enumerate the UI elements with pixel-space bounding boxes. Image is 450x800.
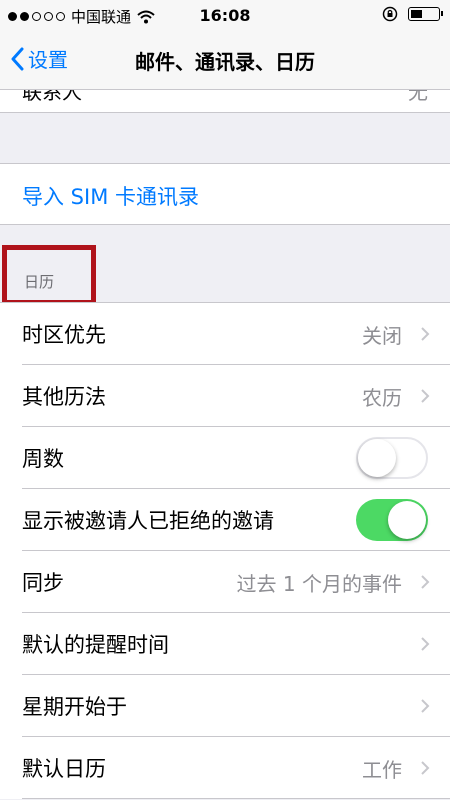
import-sim-label: 导入 SIM 卡通讯录 bbox=[22, 185, 199, 209]
partially-hidden-row[interactable]: 联系人 无 bbox=[0, 90, 450, 113]
toggle-knob bbox=[388, 501, 426, 539]
chevron-right-icon bbox=[421, 389, 430, 403]
row-label: 默认日历 bbox=[22, 757, 106, 781]
status-right bbox=[382, 6, 443, 22]
row-label: 时区优先 bbox=[22, 323, 106, 347]
battery-icon bbox=[408, 7, 443, 21]
row-label: 其他历法 bbox=[22, 385, 106, 409]
row-week-numbers: 周数 bbox=[0, 427, 450, 489]
row-label: 默认的提醒时间 bbox=[22, 633, 169, 657]
rotation-lock-icon bbox=[382, 6, 398, 22]
section-header-calendar: 日历 bbox=[24, 273, 55, 291]
page-title: 邮件、通讯录、日历 bbox=[135, 50, 315, 74]
navigation-bar: 设置 邮件、通讯录、日历 bbox=[0, 32, 450, 90]
import-sim-contacts-button[interactable]: 导入 SIM 卡通讯录 bbox=[0, 163, 450, 225]
row-label: 显示被邀请人已拒绝的邀请 bbox=[22, 509, 274, 533]
row-label: 周数 bbox=[22, 447, 64, 471]
chevron-right-icon bbox=[421, 699, 430, 713]
chevron-right-icon bbox=[421, 327, 430, 341]
row-default-alert-times[interactable]: 默认的提醒时间 bbox=[0, 613, 450, 675]
row-start-week-on[interactable]: 星期开始于 bbox=[0, 675, 450, 737]
row-label: 星期开始于 bbox=[22, 695, 127, 719]
row-timezone-override[interactable]: 时区优先 关闭 bbox=[0, 303, 450, 365]
row-default-calendar[interactable]: 默认日历 工作 bbox=[0, 737, 450, 799]
row-value: 农历 bbox=[362, 386, 402, 410]
chevron-right-icon bbox=[421, 761, 430, 775]
row-sync[interactable]: 同步 过去 1 个月的事件 bbox=[0, 551, 450, 613]
partial-row-label: 联系人 bbox=[22, 90, 82, 104]
partial-row-value: 无 bbox=[408, 90, 428, 104]
row-label: 同步 bbox=[22, 571, 64, 595]
row-value: 工作 bbox=[362, 758, 402, 782]
calendar-settings-list: 时区优先 关闭 其他历法 农历 周数 显示被邀请人已拒绝的邀请 同步 过去 1 … bbox=[0, 302, 450, 799]
battery-level bbox=[411, 10, 423, 18]
chevron-right-icon bbox=[421, 637, 430, 651]
status-bar: 中国联通 16:08 bbox=[0, 0, 450, 32]
row-alternate-calendars[interactable]: 其他历法 农历 bbox=[0, 365, 450, 427]
show-declined-toggle[interactable] bbox=[356, 499, 428, 541]
week-numbers-toggle[interactable] bbox=[356, 437, 428, 479]
chevron-right-icon bbox=[421, 575, 430, 589]
row-value: 过去 1 个月的事件 bbox=[236, 572, 402, 596]
row-show-declined-invites: 显示被邀请人已拒绝的邀请 bbox=[0, 489, 450, 551]
row-value: 关闭 bbox=[362, 324, 402, 348]
toggle-knob bbox=[358, 439, 396, 477]
